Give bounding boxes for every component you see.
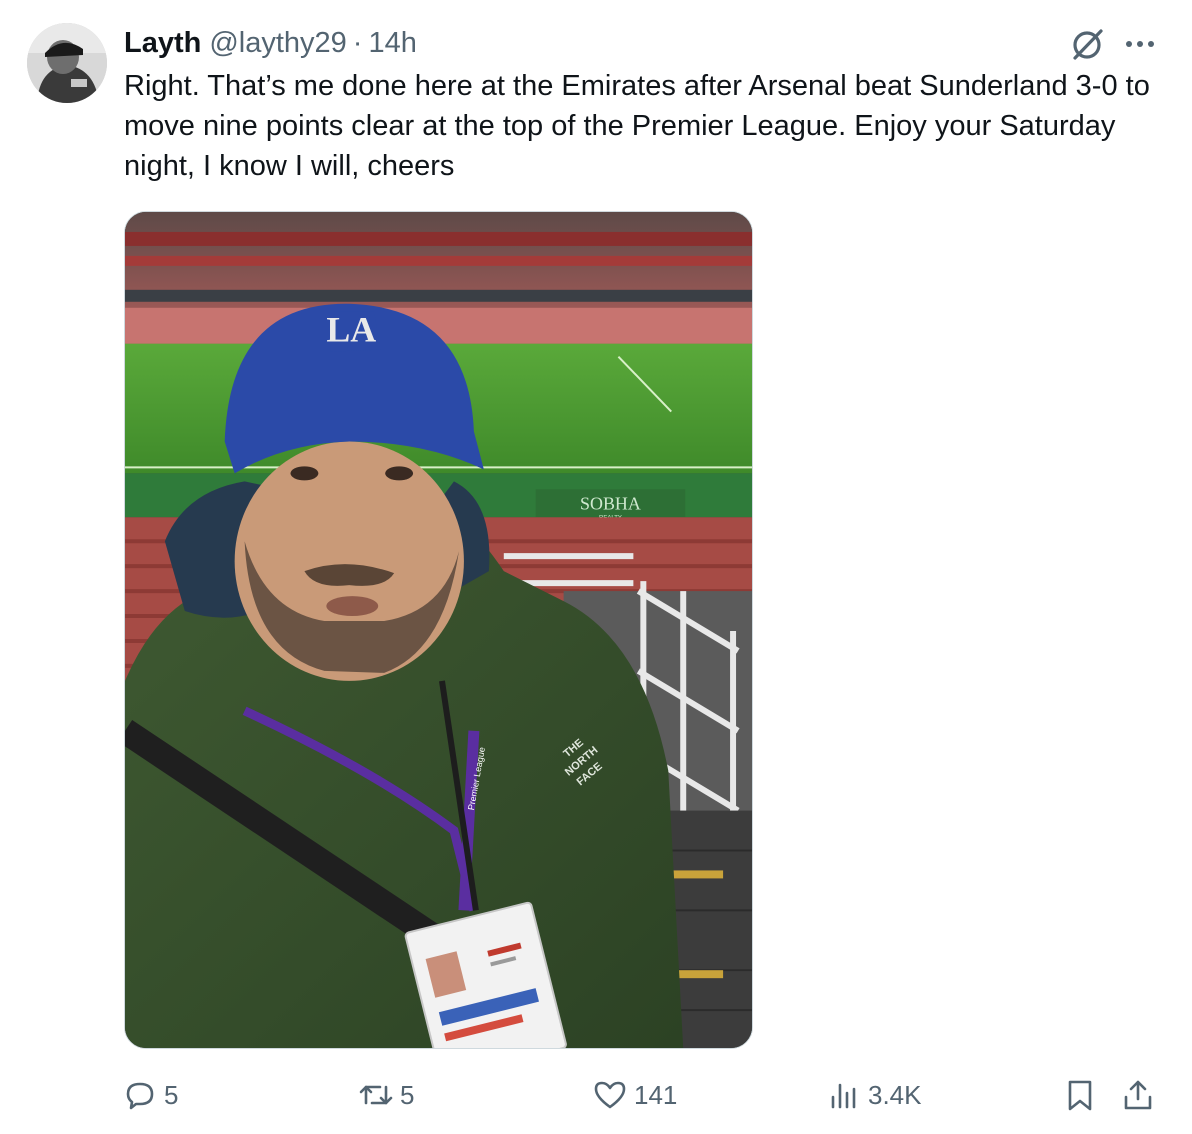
avatar[interactable] [27, 23, 107, 103]
author-handle[interactable]: @laythy29 [209, 24, 346, 62]
share-icon [1124, 1080, 1152, 1110]
tweet-photo[interactable]: SOBHA REALTY [124, 211, 753, 1049]
like-count: 141 [634, 1079, 678, 1110]
retweet-count: 5 [400, 1079, 415, 1110]
cap-la-logo: LA [326, 310, 376, 350]
retweet-button[interactable]: 5 [358, 1073, 414, 1117]
retweet-icon [359, 1085, 393, 1105]
tweet-text: Right. That’s me done here at the Emirat… [124, 70, 1150, 182]
bookmark-icon [1068, 1080, 1092, 1111]
share-button[interactable] [1120, 1073, 1156, 1117]
grok-icon[interactable] [1068, 24, 1108, 64]
separator-dot: · [352, 27, 363, 59]
views-icon [831, 1083, 856, 1109]
like-button[interactable]: 141 [592, 1073, 677, 1117]
reply-icon [126, 1082, 154, 1110]
author-display-name[interactable]: Layth [124, 24, 201, 62]
heart-icon [594, 1081, 626, 1109]
avatar-photo [27, 23, 107, 103]
reply-count: 5 [164, 1079, 179, 1110]
views-count: 3.4K [868, 1079, 922, 1110]
bookmark-button[interactable] [1062, 1073, 1098, 1117]
sobha-board-text: SOBHA [580, 493, 641, 513]
more-options-icon[interactable] [1120, 26, 1160, 62]
reply-button[interactable]: 5 [122, 1073, 178, 1117]
tweet-header: Layth @laythy29 · 14h [124, 24, 417, 62]
tweet-timestamp[interactable]: 14h [368, 24, 416, 62]
views-button[interactable]: 3.4K [826, 1073, 922, 1117]
